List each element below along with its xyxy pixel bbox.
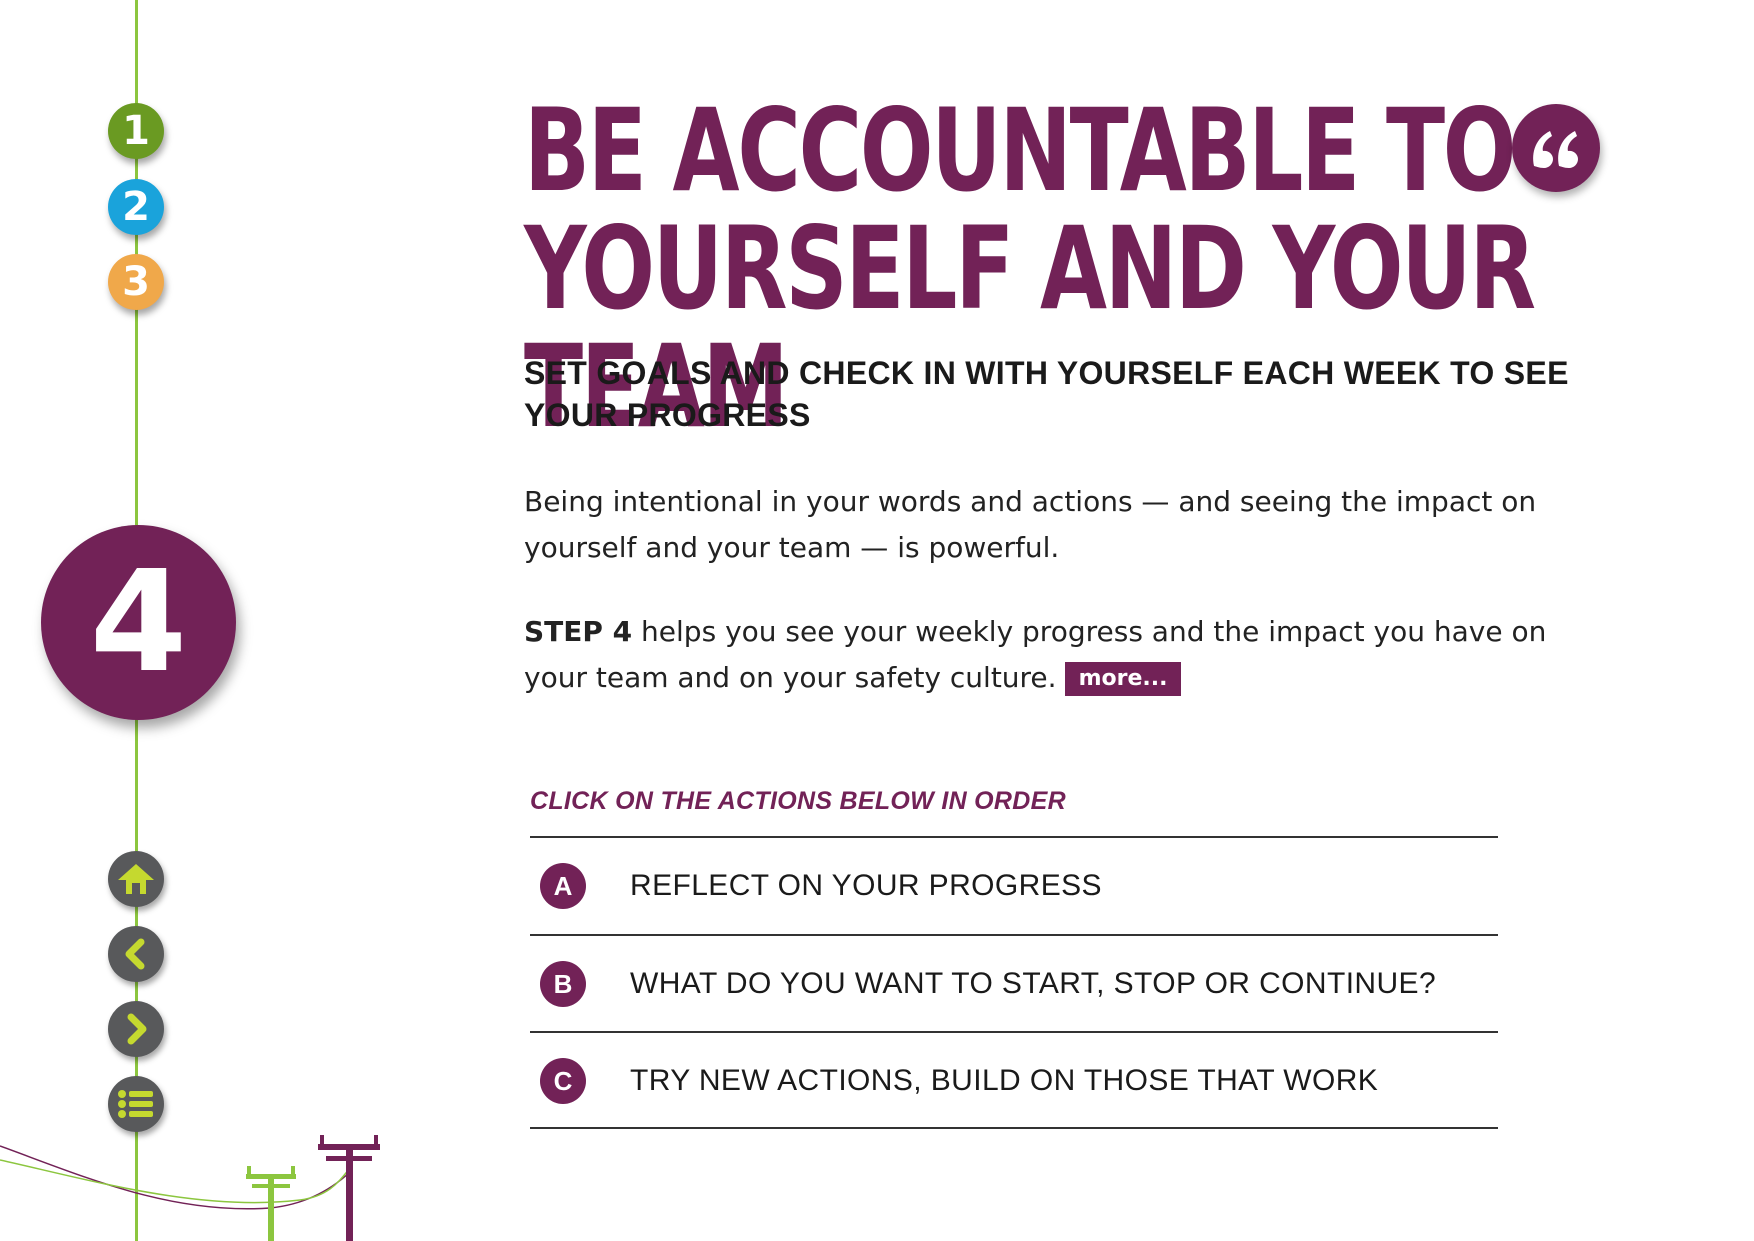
action-a[interactable]: A REFLECT ON YOUR PROGRESS: [530, 838, 1498, 934]
action-b-badge: B: [540, 961, 586, 1007]
step-description-text: helps you see your weekly progress and t…: [524, 615, 1547, 694]
quote-icon: [1533, 131, 1578, 168]
forward-button[interactable]: [108, 1001, 164, 1057]
title-line-1: BE ACCOUNTABLE TO: [524, 84, 1516, 217]
home-icon: [118, 864, 154, 894]
action-c[interactable]: C TRY NEW ACTIONS, BUILD ON THOSE THAT W…: [530, 1033, 1498, 1129]
back-button[interactable]: [108, 926, 164, 982]
step-1-button[interactable]: 1: [108, 103, 164, 159]
action-b-label: WHAT DO YOU WANT TO START, STOP OR CONTI…: [630, 967, 1437, 1000]
step-3-button[interactable]: 3: [108, 254, 164, 310]
intro-paragraph: Being intentional in your words and acti…: [524, 485, 1537, 564]
chevron-right-icon: [127, 1013, 147, 1045]
step-description-paragraph: STEP 4 helps you see your weekly progres…: [524, 609, 1604, 701]
power-lines-illustration: [0, 1135, 380, 1241]
home-button[interactable]: [108, 851, 164, 907]
step-label: STEP 4: [524, 615, 633, 648]
subtitle: SET GOALS AND CHECK IN WITH YOURSELF EAC…: [524, 355, 1569, 433]
action-a-badge: A: [540, 863, 586, 909]
action-c-label: TRY NEW ACTIONS, BUILD ON THOSE THAT WOR…: [630, 1064, 1379, 1097]
quote-button[interactable]: [1512, 104, 1600, 192]
more-button[interactable]: more...: [1064, 662, 1182, 696]
divider: [530, 1127, 1498, 1129]
action-b[interactable]: B WHAT DO YOU WANT TO START, STOP OR CON…: [530, 936, 1498, 1032]
actions-instruction: CLICK ON THE ACTIONS BELOW IN ORDER: [530, 787, 1066, 815]
list-icon: [118, 1090, 153, 1118]
chevron-left-icon: [125, 938, 145, 970]
action-a-label: REFLECT ON YOUR PROGRESS: [630, 869, 1102, 902]
action-c-badge: C: [540, 1058, 586, 1104]
current-step-indicator: 4: [41, 525, 236, 720]
step-2-button[interactable]: 2: [108, 179, 164, 235]
